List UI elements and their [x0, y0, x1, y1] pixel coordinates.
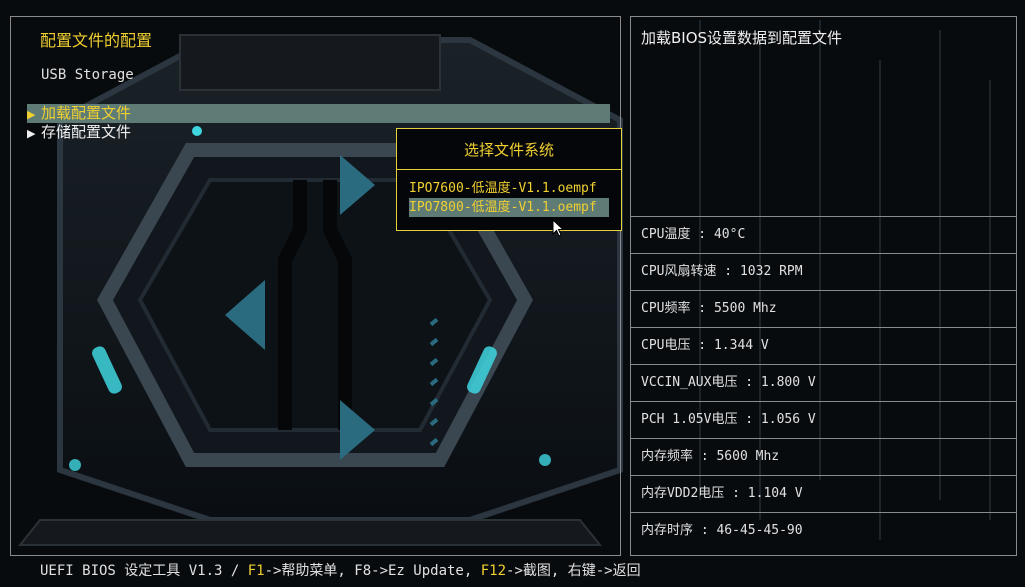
- menu-arrow-icon: ▶: [27, 108, 36, 121]
- menu-item-load-profile[interactable]: ▶ 加载配置文件: [27, 104, 610, 123]
- f1-key: F1: [247, 563, 265, 579]
- right-panel: 加载BIOS设置数据到配置文件 CPU温度 : 40°C CPU风扇转速 : 1…: [630, 16, 1017, 556]
- status-f12-text: ->截图, 右键->返回: [506, 563, 641, 579]
- profile-option-ipo7800[interactable]: IPO7800-低温度-V1.1.oempf: [409, 198, 609, 217]
- page-title: 配置文件的配置: [40, 31, 153, 50]
- hw-row-cpu-voltage: CPU电压 : 1.344 V: [631, 327, 1016, 364]
- arrow-pointer-icon: [552, 219, 564, 237]
- hw-row-mem-freq: 内存频率 : 5600 Mhz: [631, 438, 1016, 475]
- hw-row-mem-timing: 内存时序 : 46-45-45-90: [631, 512, 1016, 549]
- storage-label: USB Storage: [41, 67, 134, 83]
- hw-row-mem-vdd2: 内存VDD2电压 : 1.104 V: [631, 475, 1016, 512]
- status-prefix: UEFI BIOS 设定工具 V1.3 /: [40, 563, 248, 579]
- hw-row-cpu-fan: CPU风扇转速 : 1032 RPM: [631, 253, 1016, 290]
- left-panel: 配置文件的配置 USB Storage ▶ 加载配置文件 ▶ 存储配置文件: [10, 16, 621, 556]
- menu-item-label: 加载配置文件: [41, 104, 132, 122]
- hw-row-pch-voltage: PCH 1.05V电压 : 1.056 V: [631, 401, 1016, 438]
- hw-row-vccin-aux: VCCIN_AUX电压 : 1.800 V: [631, 364, 1016, 401]
- dialog-title: 选择文件系统: [397, 129, 621, 170]
- menu-item-label: 存储配置文件: [41, 123, 132, 141]
- select-filesystem-dialog: 选择文件系统 IPO7600-低温度-V1.1.oempf IPO7800-低温…: [396, 128, 622, 231]
- help-description: 加载BIOS设置数据到配置文件: [641, 29, 843, 47]
- f12-key: F12: [480, 563, 507, 579]
- hw-row-cpu-temp: CPU温度 : 40°C: [631, 216, 1016, 253]
- profile-option-ipo7600[interactable]: IPO7600-低温度-V1.1.oempf: [409, 179, 609, 198]
- status-bar: UEFI BIOS 设定工具 V1.3 / F1->帮助菜单, F8->Ez U…: [40, 560, 641, 580]
- hw-row-cpu-freq: CPU频率 : 5500 Mhz: [631, 290, 1016, 327]
- status-f1-text: ->帮助菜单, F8->Ez Update,: [264, 563, 481, 579]
- hardware-monitor: CPU温度 : 40°C CPU风扇转速 : 1032 RPM CPU频率 : …: [631, 216, 1016, 549]
- menu-arrow-icon: ▶: [27, 127, 36, 140]
